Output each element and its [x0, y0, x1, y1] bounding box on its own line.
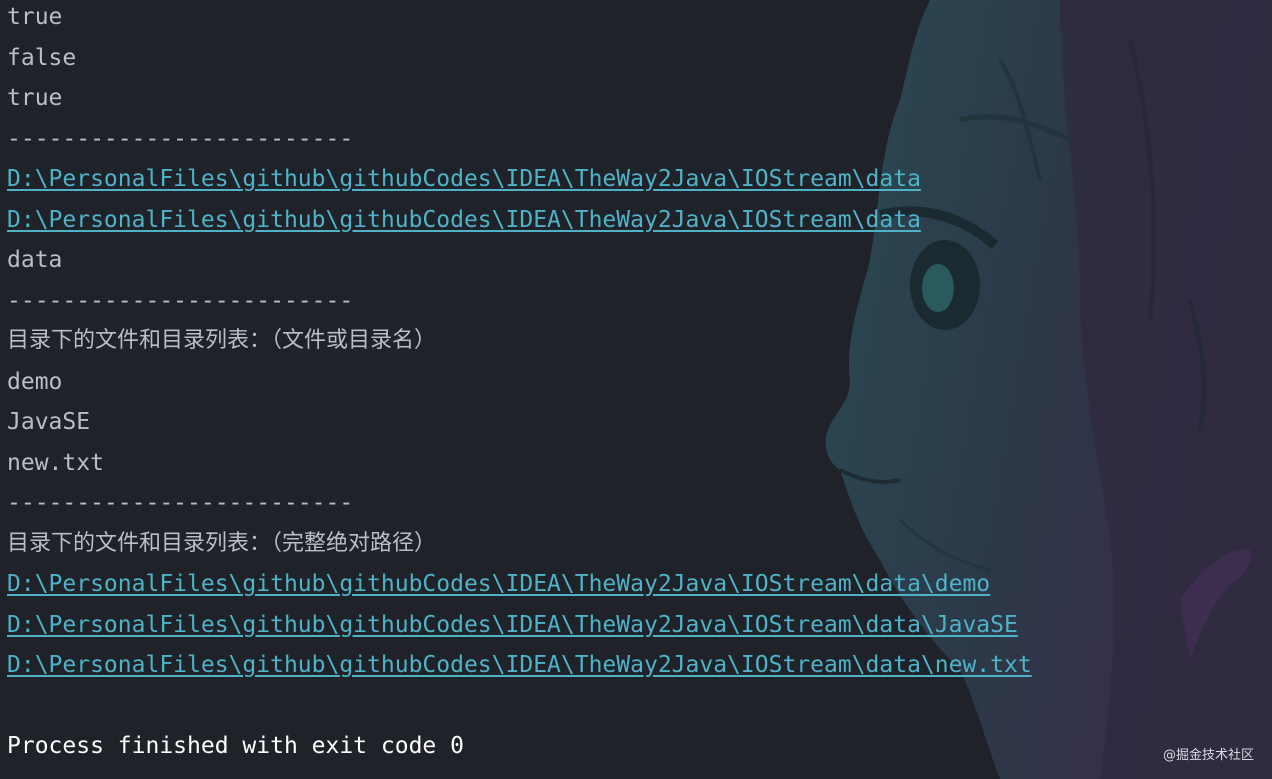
- console-line: D:\PersonalFiles\github\githubCodes\IDEA…: [7, 605, 1032, 646]
- console-line: D:\PersonalFiles\github\githubCodes\IDEA…: [7, 645, 1032, 686]
- file-path-link[interactable]: D:\PersonalFiles\github\githubCodes\IDEA…: [7, 612, 1018, 638]
- console-line: D:\PersonalFiles\github\githubCodes\IDEA…: [7, 564, 1032, 605]
- console-output: true false true ------------------------…: [7, 0, 1032, 767]
- console-line: D:\PersonalFiles\github\githubCodes\IDEA…: [7, 200, 1032, 241]
- file-path-link[interactable]: D:\PersonalFiles\github\githubCodes\IDEA…: [7, 207, 921, 233]
- console-line: D:\PersonalFiles\github\githubCodes\IDEA…: [7, 159, 1032, 200]
- console-line: false: [7, 44, 77, 71]
- console-line: true: [7, 4, 63, 30]
- separator-line: -------------------------: [7, 287, 354, 314]
- process-exit-message: Process finished with exit code 0: [7, 733, 464, 759]
- section-heading: 目录下的文件和目录列表：（完整绝对路径）: [7, 530, 437, 556]
- watermark: @掘金技术社区: [1162, 748, 1254, 763]
- console-line: JavaSE: [7, 409, 91, 435]
- file-path-link[interactable]: D:\PersonalFiles\github\githubCodes\IDEA…: [7, 166, 921, 192]
- separator-line: -------------------------: [7, 490, 354, 516]
- console-line: data: [7, 247, 63, 273]
- console-line: new.txt: [7, 449, 104, 476]
- file-path-link[interactable]: D:\PersonalFiles\github\githubCodes\IDEA…: [7, 652, 1032, 678]
- section-heading: 目录下的文件和目录列表：（文件或目录名）: [7, 328, 437, 353]
- separator-line: -------------------------: [7, 125, 354, 152]
- file-path-link[interactable]: D:\PersonalFiles\github\githubCodes\IDEA…: [7, 571, 990, 597]
- console-line: true: [7, 85, 63, 111]
- console-line: demo: [7, 368, 63, 395]
